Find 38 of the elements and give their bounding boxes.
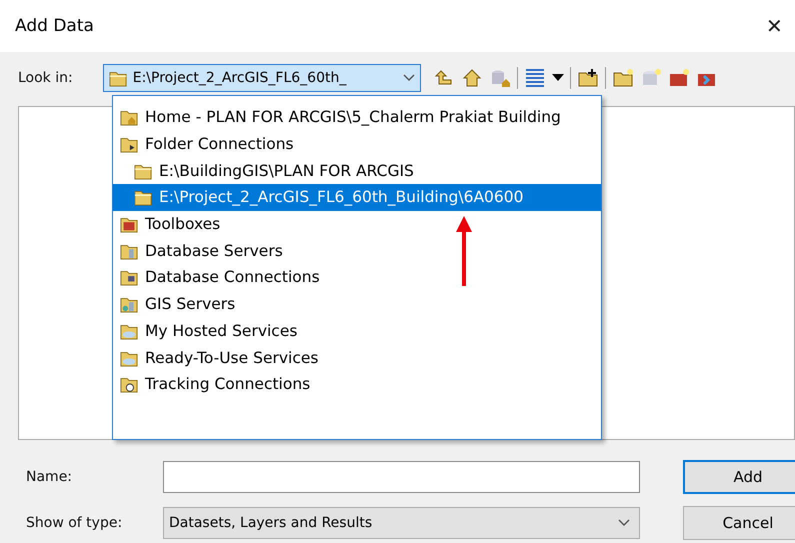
annotation-arrow: [455, 216, 473, 288]
type-dropdown[interactable]: Datasets, Layers and Results: [163, 507, 640, 539]
caret-icon: [402, 73, 416, 83]
new-toolbox-icon[interactable]: [668, 67, 690, 89]
folder-icon: [108, 69, 128, 87]
location-item[interactable]: E:\Project_2_ArcGIS_FL6_60th_Building\6A0600: [113, 184, 601, 211]
location-item[interactable]: My Hosted Services: [113, 318, 601, 344]
server-icon: [119, 295, 139, 314]
location-item[interactable]: Toolboxes: [113, 210, 601, 238]
home-icon[interactable]: [460, 67, 483, 89]
location-item[interactable]: E:\BuildingGIS\PLAN FOR ARCGIS: [113, 157, 601, 184]
database-connection-icon: [119, 268, 139, 286]
location-item[interactable]: Home - PLAN FOR ARCGIS\5_Chalerm Prakiat Building: [113, 104, 601, 131]
look-in-dropdown[interactable]: E:\Project_2_ArcGIS_FL6_60th_: [102, 64, 421, 92]
look-in-label: Look in:: [18, 70, 73, 86]
location-item[interactable]: Database Connections: [113, 264, 601, 291]
folder-connections-icon: [119, 135, 139, 154]
add-button[interactable]: Add: [683, 460, 795, 494]
new-folder-icon[interactable]: [612, 67, 634, 89]
name-label: Name:: [26, 469, 74, 485]
name-field[interactable]: [163, 461, 640, 493]
connect-folder-icon[interactable]: [576, 67, 599, 89]
list-view-icon[interactable]: [524, 67, 546, 89]
location-item[interactable]: Database Servers: [113, 237, 601, 264]
location-item[interactable]: Tracking Connections: [113, 370, 601, 398]
toolbox-icon: [119, 215, 139, 234]
type-label: Show of type:: [26, 515, 124, 531]
location-item[interactable]: Folder Connections: [113, 130, 601, 158]
location-item[interactable]: Ready-To-Use Services: [113, 344, 601, 371]
tracking-folder-icon: [119, 375, 139, 394]
folder-icon: [133, 188, 153, 206]
caret-icon: [617, 518, 631, 528]
close-button[interactable]: ✕: [760, 14, 789, 38]
location-item[interactable]: GIS Servers: [113, 290, 601, 318]
window-title: Add Data: [15, 16, 94, 36]
cancel-button[interactable]: Cancel: [683, 506, 795, 540]
home-folder-icon: [119, 108, 139, 126]
caret-icon[interactable]: [552, 74, 564, 82]
